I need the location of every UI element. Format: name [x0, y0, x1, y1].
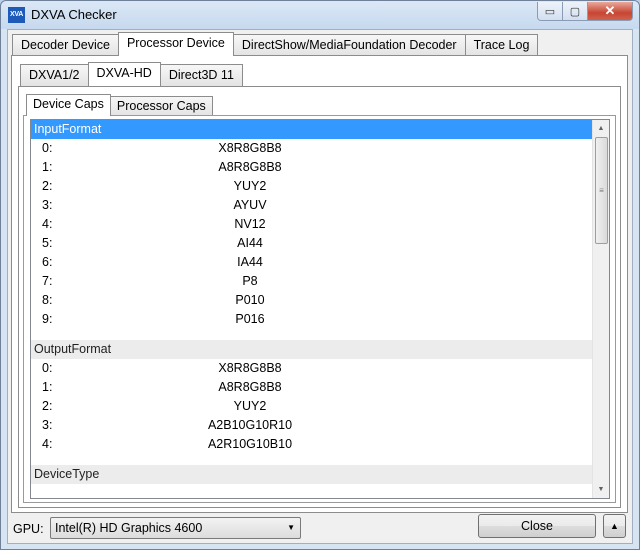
caps-tab-strip: Device Caps Processor Caps — [26, 94, 213, 116]
close-button[interactable]: Close — [478, 514, 596, 538]
minimize-icon: ▭ — [544, 5, 556, 18]
maximize-icon: ▢ — [569, 5, 581, 18]
dxva-hd-panel: Device Caps Processor Caps InputFormat 0… — [18, 86, 621, 508]
tab-directshow-mf-decoder[interactable]: DirectShow/MediaFoundation Decoder — [232, 34, 466, 56]
item-value: YUY2 — [233, 399, 267, 413]
group-header-devicetype[interactable]: DeviceType — [31, 465, 609, 484]
vertical-scrollbar[interactable]: ▲ ≡ ▼ — [592, 120, 609, 498]
group-header-outputformat[interactable]: OutputFormat — [31, 340, 609, 359]
list-item[interactable]: 2: YUY2 — [31, 177, 609, 196]
item-value: A8R8G8B8 — [218, 380, 282, 394]
item-value: YUY2 — [233, 179, 267, 193]
tab-processor-device[interactable]: Processor Device — [117, 32, 234, 56]
list-item[interactable]: 4: NV12 — [31, 215, 609, 234]
list-item[interactable]: 5: AI44 — [31, 234, 609, 253]
list-item[interactable]: 2: YUY2 — [31, 397, 609, 416]
tab-trace-log[interactable]: Trace Log — [464, 34, 539, 56]
item-value: A8R8G8B8 — [218, 160, 282, 174]
list-item[interactable]: 3: AYUV — [31, 196, 609, 215]
device-caps-panel: InputFormat 0: X8R8G8B8 1: A8R8G8B8 2: YUY2… — [23, 115, 616, 503]
list-item[interactable]: 1: A8R8G8B8 — [31, 378, 609, 397]
list-item[interactable]: 0: X8R8G8B8 — [31, 139, 609, 158]
tab-processor-caps[interactable]: Processor Caps — [109, 96, 213, 116]
item-value: A2R10G10B10 — [207, 437, 293, 451]
chevron-down-icon: ▼ — [287, 523, 295, 532]
list-item[interactable]: 8: P010 — [31, 291, 609, 310]
item-value: X8R8G8B8 — [218, 361, 282, 375]
window-title: DXVA Checker — [31, 7, 117, 22]
footer-bar: GPU: Intel(R) HD Graphics 4600 ▼ Close ▲ — [8, 514, 632, 544]
list-item[interactable]: 7: P8 — [31, 272, 609, 291]
tab-direct3d-11[interactable]: Direct3D 11 — [159, 64, 243, 86]
list-item[interactable]: 3: A2B10G10R10 — [31, 416, 609, 435]
processor-device-panel: DXVA1/2 DXVA-HD Direct3D 11 Device Caps … — [11, 55, 628, 513]
item-value: IA44 — [237, 255, 263, 269]
maximize-button[interactable]: ▢ — [563, 2, 588, 21]
minimize-button[interactable]: ▭ — [537, 2, 563, 21]
scroll-up-arrow-icon[interactable]: ▲ — [593, 120, 609, 137]
up-arrow-button[interactable]: ▲ — [603, 514, 626, 538]
up-arrow-icon: ▲ — [610, 521, 619, 531]
main-tab-strip: Decoder Device Processor Device DirectSh… — [12, 32, 539, 56]
list-item[interactable]: 6: IA44 — [31, 253, 609, 272]
gpu-selected-value: Intel(R) HD Graphics 4600 — [55, 521, 203, 535]
item-value: NV12 — [234, 217, 266, 231]
item-value: P8 — [242, 274, 258, 288]
close-icon: ✕ — [604, 3, 616, 18]
item-value: X8R8G8B8 — [218, 141, 282, 155]
tab-dxva12[interactable]: DXVA1/2 — [20, 64, 89, 86]
tab-device-caps[interactable]: Device Caps — [26, 94, 111, 116]
gpu-label: GPU: — [13, 522, 44, 536]
tab-decoder-device[interactable]: Decoder Device — [12, 34, 119, 56]
gpu-select[interactable]: Intel(R) HD Graphics 4600 ▼ — [50, 517, 301, 539]
scroll-thumb[interactable]: ≡ — [595, 137, 608, 244]
list-item[interactable]: 4: A2R10G10B10 — [31, 435, 609, 454]
item-value: AYUV — [233, 198, 267, 212]
scroll-down-arrow-icon[interactable]: ▼ — [593, 481, 609, 498]
list-item[interactable]: 0: X8R8G8B8 — [31, 359, 609, 378]
app-window: XVA DXVA Checker ▭ ▢ ✕ Decoder Device Pr… — [0, 0, 640, 550]
tab-dxva-hd[interactable]: DXVA-HD — [87, 62, 161, 86]
app-icon: XVA — [8, 7, 25, 23]
api-tab-strip: DXVA1/2 DXVA-HD Direct3D 11 — [20, 62, 243, 86]
item-value: A2B10G10R10 — [207, 418, 293, 432]
title-bar[interactable]: XVA DXVA Checker ▭ ▢ ✕ — [1, 1, 639, 29]
list-item[interactable]: 1: A8R8G8B8 — [31, 158, 609, 177]
item-value: AI44 — [237, 236, 263, 250]
close-window-button[interactable]: ✕ — [588, 2, 633, 21]
list-item[interactable]: 9: P016 — [31, 310, 609, 329]
item-value: P016 — [235, 312, 265, 326]
group-header-inputformat[interactable]: InputFormat — [31, 120, 609, 139]
device-caps-list[interactable]: InputFormat 0: X8R8G8B8 1: A8R8G8B8 2: YUY2… — [30, 119, 610, 499]
caption-buttons: ▭ ▢ ✕ — [537, 2, 633, 21]
client-area: Decoder Device Processor Device DirectSh… — [7, 29, 633, 544]
item-value: P010 — [235, 293, 265, 307]
